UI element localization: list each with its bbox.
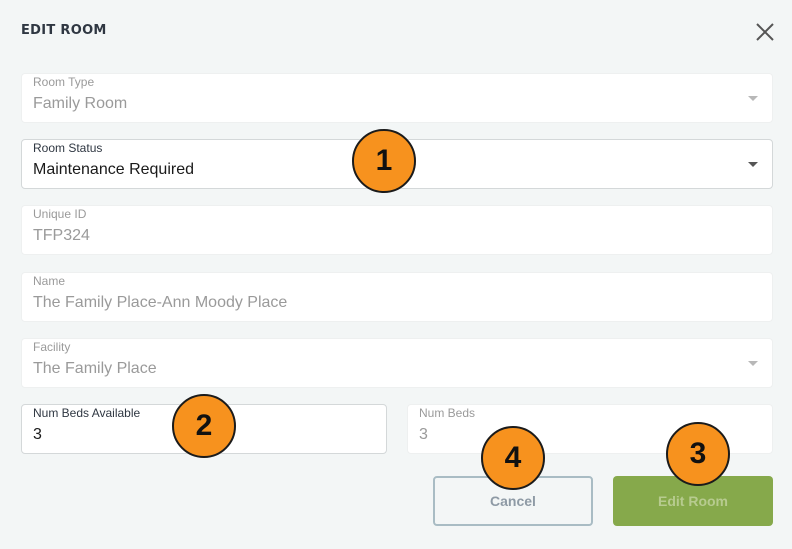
num-beds-value: 3 xyxy=(419,426,428,443)
annotation-badge-2: 2 xyxy=(172,394,236,458)
close-icon xyxy=(756,23,774,41)
unique-id-value: TFP324 xyxy=(33,227,90,244)
name-label: Name xyxy=(33,274,66,288)
annotation-badge-4: 4 xyxy=(481,426,545,490)
num-beds-available-value: 3 xyxy=(33,426,42,443)
num-beds-available-label: Num Beds Available xyxy=(33,406,141,420)
name-value: The Family Place-Ann Moody Place xyxy=(33,294,288,311)
facility-value: The Family Place xyxy=(33,360,157,377)
name-field[interactable]: Name The Family Place-Ann Moody Place xyxy=(21,272,773,322)
dialog-title: EDIT ROOM xyxy=(21,23,107,38)
room-type-select[interactable]: Room Type Family Room xyxy=(21,73,773,123)
annotation-badge-1: 1 xyxy=(352,129,416,193)
annotation-badge-3: 3 xyxy=(666,422,730,486)
room-type-label: Room Type xyxy=(33,75,95,89)
chevron-down-icon xyxy=(748,162,758,167)
room-status-label: Room Status xyxy=(33,141,103,155)
room-status-value: Maintenance Required xyxy=(33,161,194,178)
room-type-value: Family Room xyxy=(33,95,128,112)
num-beds-label: Num Beds xyxy=(419,406,476,420)
edit-room-dialog: EDIT ROOM Room Type Family Room Room Sta… xyxy=(0,0,792,549)
facility-select[interactable]: Facility The Family Place xyxy=(21,338,773,388)
facility-label: Facility xyxy=(33,340,71,354)
close-button[interactable] xyxy=(752,19,778,45)
chevron-down-icon xyxy=(748,96,758,101)
chevron-down-icon xyxy=(748,361,758,366)
unique-id-field[interactable]: Unique ID TFP324 xyxy=(21,205,773,255)
unique-id-label: Unique ID xyxy=(33,207,87,221)
